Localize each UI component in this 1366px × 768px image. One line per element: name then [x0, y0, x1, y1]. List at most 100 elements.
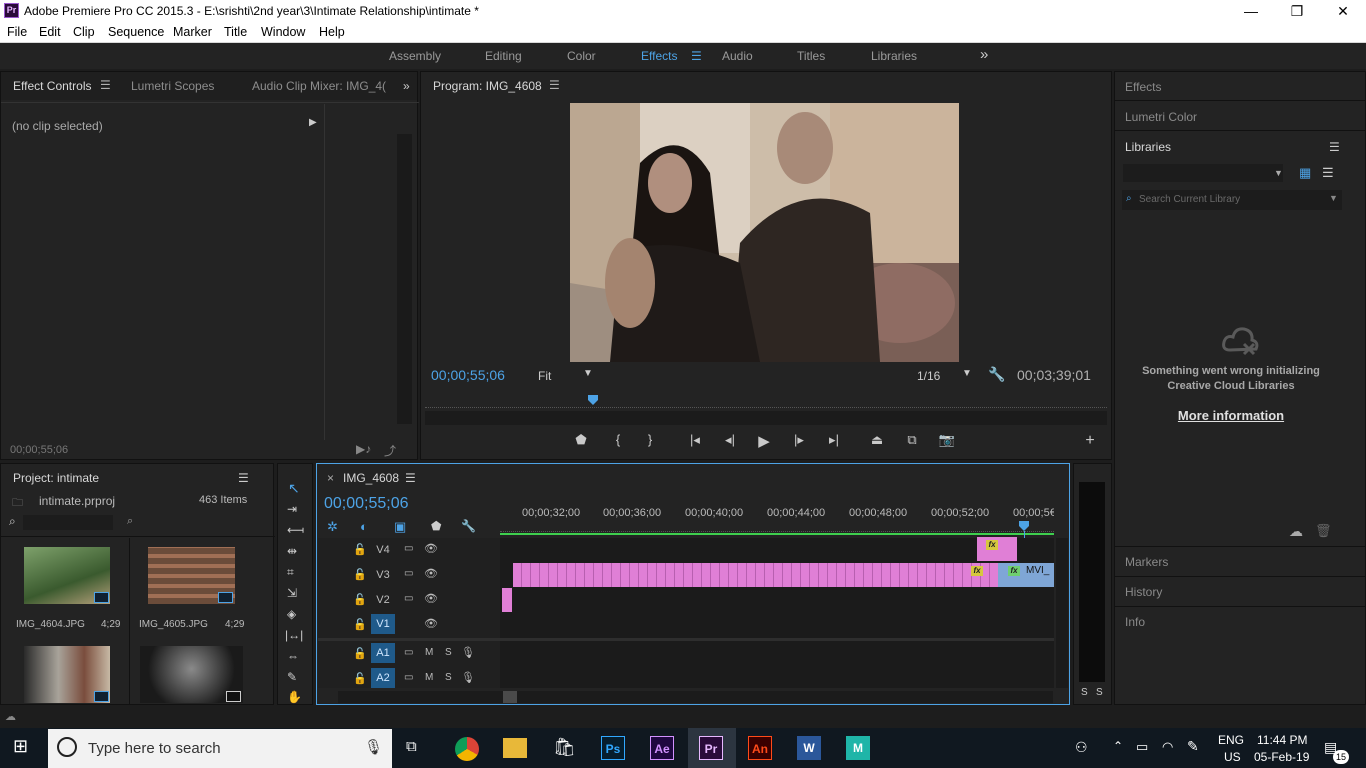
thumbnail[interactable]: [24, 646, 110, 703]
lock-icon[interactable]: 🔓: [353, 568, 367, 581]
search-chevron-down-icon[interactable]: ▼: [1329, 193, 1338, 203]
workspace-assembly[interactable]: Assembly: [389, 49, 441, 63]
trash-icon[interactable]: 🗑: [1315, 523, 1332, 539]
panel-menu-icon[interactable]: ☰: [405, 471, 416, 485]
clip-v3-strip[interactable]: [513, 563, 998, 587]
scrollbar-handle[interactable]: [503, 691, 517, 703]
mute-button[interactable]: M: [425, 672, 433, 683]
more-information-link[interactable]: More information: [1115, 408, 1347, 423]
rate-stretch-tool-icon[interactable]: ⌗: [287, 565, 294, 580]
project-item-name[interactable]: IMG_4605.JPG: [139, 619, 208, 630]
sync-lock-icon[interactable]: ▭: [404, 672, 413, 683]
tab-lumetri-scopes[interactable]: Lumetri Scopes: [131, 79, 214, 93]
solo-right-button[interactable]: S: [1096, 687, 1103, 698]
microphone-icon[interactable]: 🎙: [461, 646, 475, 659]
chrome-icon[interactable]: [455, 737, 479, 761]
wifi-icon[interactable]: ◠: [1162, 739, 1173, 755]
thumbnail[interactable]: [140, 646, 243, 703]
panel-menu-icon[interactable]: ☰: [238, 471, 249, 485]
tab-effect-controls[interactable]: Effect Controls: [13, 79, 91, 93]
workspace-titles[interactable]: Titles: [797, 49, 825, 63]
add-marker-timeline-icon[interactable]: ▣: [394, 519, 406, 535]
mark-out-icon[interactable]: }: [640, 432, 660, 447]
step-forward-icon[interactable]: |▸: [789, 432, 809, 448]
hand-tool-icon[interactable]: ⇔: [287, 649, 299, 663]
play-icon[interactable]: ▶: [754, 432, 774, 450]
track-v4[interactable]: V4: [371, 540, 395, 560]
menu-title[interactable]: Title: [224, 25, 247, 39]
sync-lock-icon[interactable]: ▭: [404, 568, 413, 579]
sync-lock-icon[interactable]: ▭: [404, 593, 413, 604]
timeline-horizontal-scrollbar[interactable]: [338, 691, 1053, 703]
lock-icon[interactable]: 🔓: [353, 543, 367, 556]
file-explorer-icon[interactable]: [503, 738, 527, 758]
pen-tool-icon[interactable]: ✎: [287, 670, 297, 684]
people-icon[interactable]: ⚇: [1075, 739, 1088, 756]
show-hidden-icons-icon[interactable]: ⌃: [1113, 739, 1123, 753]
go-to-in-icon[interactable]: |◂: [685, 432, 705, 448]
selection-tool-icon[interactable]: ↖: [288, 480, 300, 497]
timeline-ruler[interactable]: [500, 524, 1054, 532]
extract-icon[interactable]: ⧉: [902, 432, 922, 448]
thumbnail[interactable]: [148, 547, 235, 604]
slide-tool-icon[interactable]: |↔|: [285, 628, 303, 642]
go-to-out-icon[interactable]: ▸|: [824, 432, 844, 448]
libraries-panel-header[interactable]: Libraries: [1125, 140, 1171, 154]
sync-lock-icon[interactable]: ▭: [404, 543, 413, 554]
menu-file[interactable]: File: [7, 25, 27, 39]
track-area[interactable]: [500, 538, 1054, 688]
menu-window[interactable]: Window: [261, 25, 305, 39]
zoom-chevron-down-icon[interactable]: ▼: [583, 368, 593, 379]
scrollbar[interactable]: [397, 134, 412, 424]
track-select-tool-icon[interactable]: ⇥: [287, 502, 297, 516]
workspace-audio[interactable]: Audio: [722, 49, 753, 63]
panel-menu-icon[interactable]: ☰: [100, 78, 111, 92]
effects-panel-header[interactable]: Effects: [1125, 80, 1161, 94]
timeline-settings-wrench-icon[interactable]: 🔧: [461, 519, 476, 533]
store-icon[interactable]: 🛍: [553, 737, 576, 758]
track-a1[interactable]: A1: [371, 643, 395, 663]
history-panel-header[interactable]: History: [1125, 585, 1162, 599]
resolution-select[interactable]: 1/16: [917, 369, 940, 383]
lock-icon[interactable]: 🔓: [353, 593, 367, 606]
program-zoom-scrollbar[interactable]: [425, 411, 1107, 425]
workspace-menu-icon[interactable]: ☰: [691, 49, 702, 63]
battery-icon[interactable]: ▭: [1136, 739, 1148, 755]
lock-icon[interactable]: 🔓: [353, 672, 367, 685]
export-icon[interactable]: ⤴: [384, 442, 396, 459]
menu-help[interactable]: Help: [319, 25, 345, 39]
project-search-input[interactable]: [23, 515, 113, 530]
menu-marker[interactable]: Marker: [173, 25, 212, 39]
zoom-tool-icon[interactable]: ✋: [287, 690, 302, 704]
sequence-tab[interactable]: IMG_4608: [343, 471, 399, 485]
word-icon[interactable]: W: [797, 736, 821, 760]
library-select[interactable]: [1123, 164, 1283, 182]
workspace-effects[interactable]: Effects: [641, 49, 677, 63]
timeline-timecode[interactable]: 00;00;55;06: [324, 495, 409, 513]
sequence-close-icon[interactable]: ×: [327, 471, 334, 485]
mute-button[interactable]: M: [425, 647, 433, 658]
taskbar-search-box[interactable]: Type here to search 🎙: [48, 729, 392, 768]
premiere-taskbar-icon[interactable]: Pr: [699, 736, 723, 760]
lift-icon[interactable]: ⏏: [867, 432, 887, 448]
workspace-color[interactable]: Color: [567, 49, 596, 63]
play-audio-icon[interactable]: ▶♪: [356, 442, 371, 456]
animate-icon[interactable]: An: [748, 736, 772, 760]
work-area-bar[interactable]: [500, 533, 1054, 535]
cloud-sync-icon[interactable]: ☁: [1289, 523, 1303, 540]
library-search-input[interactable]: ⌕ Search Current Library ▼: [1122, 190, 1342, 210]
eye-icon[interactable]: 👁: [424, 592, 438, 605]
menu-edit[interactable]: Edit: [39, 25, 61, 39]
markers-panel-header[interactable]: Markers: [1125, 555, 1168, 569]
after-effects-icon[interactable]: Ae: [650, 736, 674, 760]
list-view-icon[interactable]: ☰: [1322, 165, 1334, 181]
razor-tool-icon[interactable]: ⇲: [287, 586, 297, 600]
linked-selection-icon[interactable]: ◐: [360, 519, 368, 534]
solo-button[interactable]: S: [445, 672, 452, 683]
lumetri-color-panel-header[interactable]: Lumetri Color: [1125, 110, 1197, 124]
cc-sync-icon[interactable]: ☁: [5, 710, 16, 723]
pen-workspace-icon[interactable]: ✎: [1187, 738, 1199, 755]
snap-icon[interactable]: ✲: [327, 519, 338, 535]
info-panel-header[interactable]: Info: [1125, 615, 1145, 629]
button-editor-plus-icon[interactable]: +: [1080, 432, 1100, 450]
